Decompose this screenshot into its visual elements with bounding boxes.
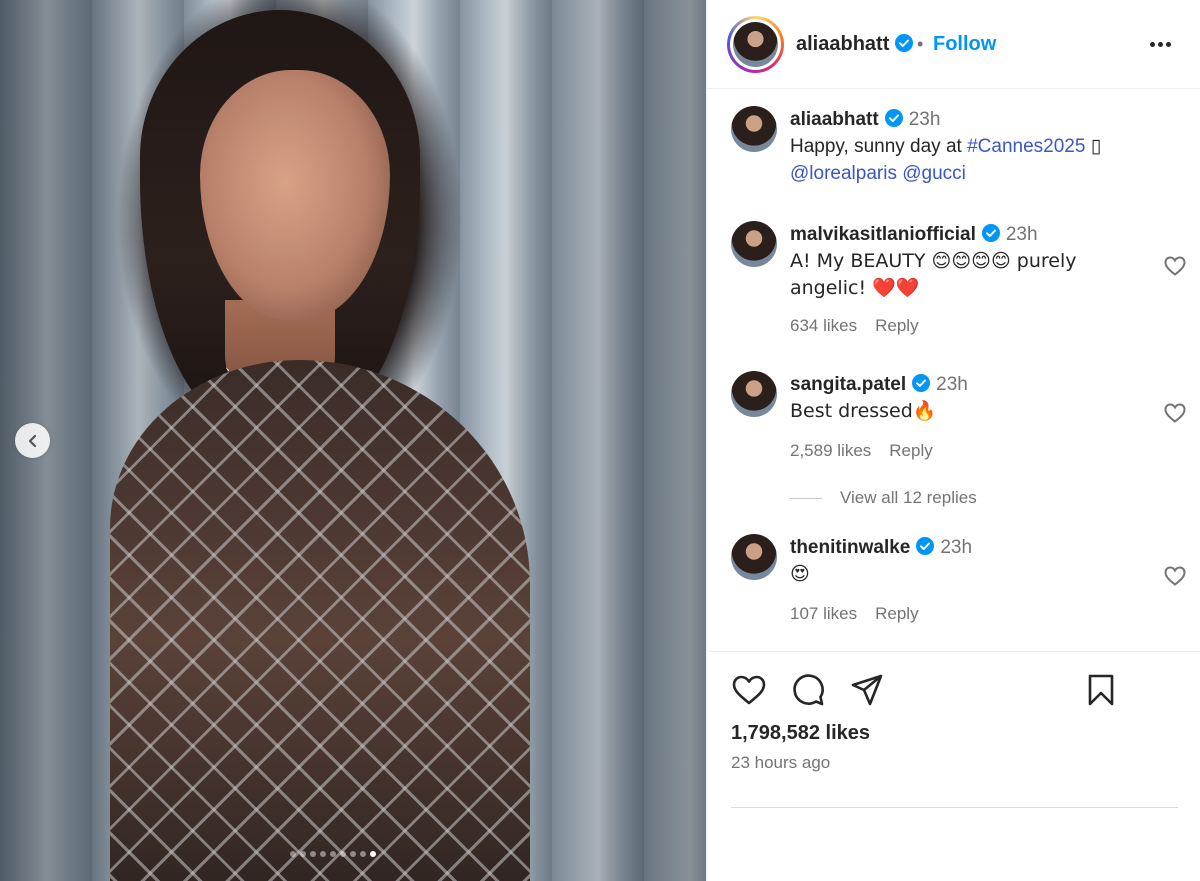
- carousel-dot: [300, 851, 306, 857]
- carousel-dot: [340, 851, 346, 857]
- heart-icon[interactable]: [731, 672, 767, 708]
- avatar-image: [733, 22, 778, 67]
- carousel-dots: [290, 851, 376, 857]
- replies-divider: [790, 497, 822, 499]
- comment-likes[interactable]: 634 likes: [790, 316, 857, 335]
- avatar[interactable]: [731, 371, 777, 417]
- caption: aliaabhatt 23h Happy, sunny day at #Canne…: [731, 106, 1181, 186]
- comment-item: thenitinwalke 23h 😍 107 likes Reply: [731, 534, 1186, 634]
- avatar[interactable]: [731, 106, 777, 152]
- view-replies-label: View all 12 replies: [840, 488, 977, 507]
- divider: [731, 807, 1178, 808]
- heart-icon[interactable]: [1163, 401, 1187, 425]
- comment-time: 23h: [940, 537, 973, 558]
- comment-text: Best dressed🔥: [790, 400, 937, 422]
- caption-text: Happy, sunny day at: [790, 136, 968, 157]
- likes-count[interactable]: 1,798,582 likes: [731, 722, 870, 745]
- reply-button[interactable]: Reply: [875, 604, 918, 623]
- chevron-left-icon: [28, 434, 36, 447]
- view-replies-button[interactable]: View all 12 replies: [790, 488, 977, 508]
- carousel-dot: [290, 851, 296, 857]
- author-username[interactable]: aliaabhatt: [796, 33, 914, 56]
- comment-meta: 634 likes Reply: [790, 312, 1130, 339]
- comment-time: 23h: [936, 374, 968, 395]
- caption-username[interactable]: aliaabhatt: [790, 109, 879, 130]
- comment-text: 😍: [790, 563, 810, 585]
- avatar[interactable]: [731, 221, 777, 267]
- comments-list: aliaabhatt 23h Happy, sunny day at #Canne…: [707, 90, 1200, 650]
- post-actions: 1,798,582 likes 23 hours ago: [707, 651, 1200, 881]
- reply-button[interactable]: Reply: [889, 441, 932, 460]
- follow-button[interactable]: Follow: [933, 33, 996, 56]
- comment-item: sangita.patel 23h Best dressed🔥 2,589 lik…: [731, 371, 1186, 471]
- caption-time: 23h: [908, 109, 941, 130]
- comment-likes[interactable]: 2,589 likes: [790, 441, 871, 460]
- heart-icon[interactable]: [1163, 254, 1187, 278]
- header-separator: •: [917, 34, 924, 54]
- more-options-button[interactable]: [1145, 33, 1175, 55]
- comment-meta: 2,589 likes Reply: [790, 437, 1130, 464]
- post-header: aliaabhatt • Follow: [707, 0, 1200, 89]
- post-media: [0, 0, 706, 881]
- hashtag-link[interactable]: #Cannes2025: [967, 136, 1085, 157]
- more-horizontal-icon: [1165, 41, 1171, 47]
- comment-item: malvikasitlaniofficial 23h A! My BEAUTY 😊…: [731, 221, 1186, 341]
- more-horizontal-icon: [1157, 41, 1163, 47]
- comment-time: 23h: [1005, 224, 1038, 245]
- verified-badge-icon: [912, 374, 931, 392]
- reply-button[interactable]: Reply: [875, 316, 918, 335]
- comment-username[interactable]: malvikasitlaniofficial: [790, 224, 976, 245]
- comment-meta: 107 likes Reply: [790, 600, 1130, 627]
- bookmark-icon[interactable]: [1083, 672, 1119, 708]
- avatar[interactable]: [731, 534, 777, 580]
- comment-likes[interactable]: 107 likes: [790, 604, 857, 623]
- comment-username[interactable]: thenitinwalke: [790, 537, 910, 558]
- mention-link[interactable]: @gucci: [902, 163, 966, 184]
- verified-badge-icon: [981, 224, 1000, 242]
- share-icon[interactable]: [849, 672, 885, 708]
- verified-badge-icon: [884, 109, 903, 127]
- author-username-text: aliaabhatt: [796, 33, 890, 55]
- carousel-dot-active: [370, 851, 376, 857]
- carousel-prev-button[interactable]: [15, 423, 50, 458]
- carousel-dot: [330, 851, 336, 857]
- carousel-dot: [310, 851, 316, 857]
- post-timestamp[interactable]: 23 hours ago: [731, 753, 830, 773]
- caption-text-suffix: ▯: [1085, 136, 1102, 157]
- mention-link[interactable]: @lorealparis: [790, 163, 897, 184]
- comment-icon[interactable]: [790, 672, 826, 708]
- heart-icon[interactable]: [1163, 564, 1187, 588]
- verified-badge-icon: [895, 34, 914, 52]
- photo-subject-outfit: [110, 360, 530, 881]
- comment-text: A! My BEAUTY 😊😊😊😊 purely angelic! ❤️❤️: [790, 250, 1077, 299]
- verified-badge-icon: [916, 537, 935, 555]
- carousel-dot: [350, 851, 356, 857]
- post-side-panel: aliaabhatt • Follow aliaabhatt 23h Happy,…: [706, 0, 1200, 881]
- comment-username[interactable]: sangita.patel: [790, 374, 906, 395]
- more-horizontal-icon: [1149, 41, 1155, 47]
- author-avatar[interactable]: [727, 16, 784, 73]
- carousel-dot: [360, 851, 366, 857]
- carousel-dot: [320, 851, 326, 857]
